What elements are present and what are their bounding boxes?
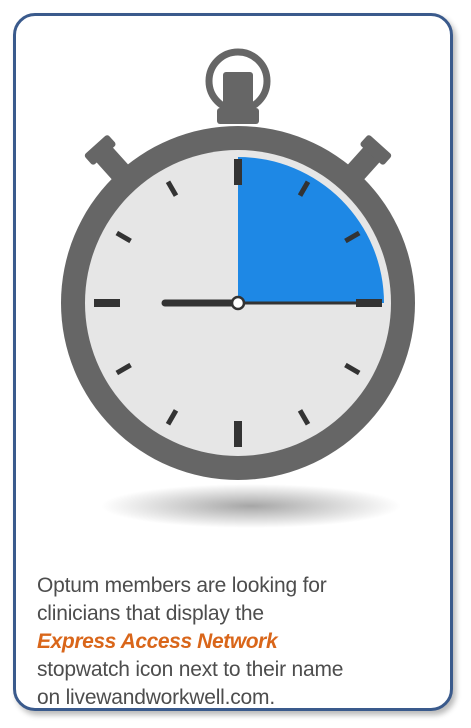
- caption-line-2: clinicians that display the: [37, 602, 264, 625]
- stopwatch-icon: [61, 48, 415, 528]
- stopwatch-crown-base: [217, 108, 259, 124]
- caption-text: Optum members are looking for clinicians…: [37, 572, 447, 709]
- caption-line-1: Optum members are looking for: [37, 574, 327, 597]
- caption-line-5: on livewandworkwell.com.: [37, 686, 275, 709]
- stopwatch-shadow: [101, 484, 401, 528]
- info-card: Optum members are looking for clinicians…: [13, 13, 453, 711]
- caption-line-4: stopwatch icon next to their name: [37, 658, 344, 681]
- express-access-network-label: Express Access Network: [37, 630, 278, 653]
- center-pivot: [230, 295, 246, 311]
